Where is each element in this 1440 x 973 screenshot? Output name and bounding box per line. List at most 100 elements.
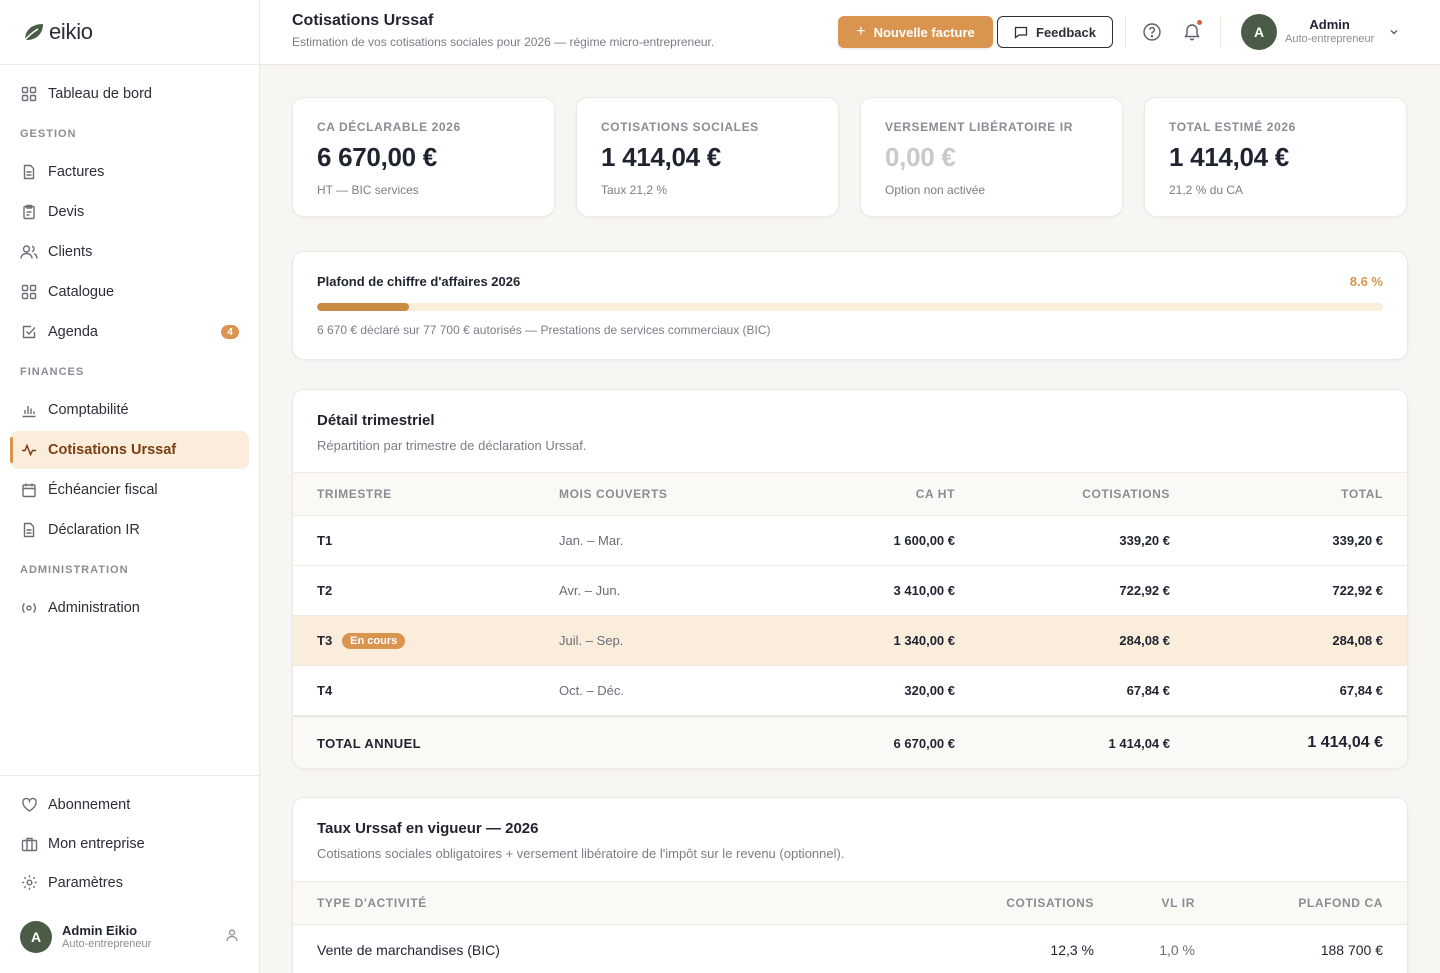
- section-title-administration: ADMINISTRATION: [20, 564, 129, 576]
- brand-name: eikio: [49, 19, 93, 44]
- plafond-title: Plafond de chiffre d'affaires 2026: [317, 274, 521, 289]
- bar-chart-icon: [20, 401, 38, 419]
- cell-total: 284,08 €: [1332, 633, 1383, 648]
- sidebar-item-comptabilite[interactable]: Comptabilité: [10, 391, 249, 429]
- radio-icon: [20, 599, 38, 617]
- user-icon[interactable]: [225, 928, 239, 947]
- table-row[interactable]: T1 Jan. – Mar. 1 600,00 € 339,20 € 339,2…: [293, 516, 1407, 566]
- sidebar-item-label: Comptabilité: [48, 402, 129, 418]
- table-row-current[interactable]: T3 En cours Juil. – Sep. 1 340,00 € 284,0…: [293, 616, 1407, 666]
- sidebar-user-names: Admin Eikio Auto-entrepreneur: [62, 922, 151, 950]
- kpi-sub: Taux 21,2 %: [601, 183, 668, 197]
- sidebar-item-parametres[interactable]: Paramètres: [10, 864, 249, 901]
- cell-ca: 1 600,00 €: [893, 533, 955, 548]
- sidebar-item-catalogue[interactable]: Catalogue: [10, 273, 249, 311]
- page-subtitle: Estimation de vos cotisations sociales p…: [292, 35, 715, 49]
- avatar: A: [1241, 14, 1277, 50]
- notifications-bell-icon[interactable]: [1182, 20, 1202, 42]
- top-header: Cotisations Urssaf Estimation de vos cot…: [260, 0, 1440, 65]
- sidebar-item-abonnement[interactable]: Abonnement: [10, 786, 249, 823]
- kpi-label: COTISATIONS SOCIALES: [601, 120, 759, 134]
- avatar: A: [20, 921, 52, 953]
- kpi-label: CA DÉCLARABLE 2026: [317, 120, 461, 134]
- plafond-progress-fill: [317, 303, 409, 311]
- sidebar-bottom-nav: Abonnement Mon entreprise Paramètres: [0, 775, 259, 903]
- cell-ca: 1 340,00 €: [893, 633, 955, 648]
- briefcase-icon: [20, 835, 38, 853]
- taux-urssaf-card: Taux Urssaf en vigueur — 2026 Cotisation…: [292, 797, 1408, 973]
- heart-icon: [20, 796, 38, 814]
- total-label: TOTAL ANNUEL: [317, 736, 421, 751]
- plafond-percent: 8.6 %: [1349, 274, 1383, 289]
- column-header: TOTAL: [1341, 487, 1383, 501]
- kpi-value: 0,00 €: [885, 142, 956, 172]
- table-row[interactable]: Vente de marchandises (BIC) 12,3 % 1,0 %…: [293, 925, 1407, 973]
- sidebar-item-label: Déclaration IR: [48, 522, 140, 538]
- cell-ca: 320,00 €: [904, 683, 955, 698]
- column-header: CA HT: [915, 487, 955, 501]
- column-header: COTISATIONS: [1006, 896, 1094, 910]
- table-row[interactable]: T2 Avr. – Jun. 3 410,00 € 722,92 € 722,9…: [293, 566, 1407, 616]
- section-subtitle: Cotisations sociales obligatoires + vers…: [317, 846, 845, 861]
- section-title: Taux Urssaf en vigueur — 2026: [317, 820, 539, 837]
- total-amount: 1 414,04 €: [1307, 734, 1383, 751]
- help-icon[interactable]: [1142, 22, 1162, 42]
- user-name: Admin: [1309, 17, 1350, 33]
- gear-icon: [20, 874, 38, 892]
- sidebar-item-declaration-ir[interactable]: Déclaration IR: [10, 511, 249, 549]
- grid-icon: [20, 85, 38, 103]
- sidebar-item-label: Échéancier fiscal: [48, 482, 158, 498]
- logo[interactable]: eikio: [0, 0, 259, 65]
- sidebar-item-clients[interactable]: Clients: [10, 233, 249, 271]
- kpi-card-versement-liberatoire: VERSEMENT LIBÉRATOIRE IR 0,00 € Option n…: [860, 97, 1123, 217]
- section-subtitle: Répartition par trimestre de déclaration…: [317, 438, 587, 453]
- header-divider: [1125, 16, 1126, 48]
- cell-quarter: T3 En cours: [317, 633, 406, 649]
- cell-total: 339,20 €: [1332, 533, 1383, 548]
- sidebar-item-label: Devis: [48, 204, 85, 220]
- plafond-note: 6 670 € déclaré sur 77 700 € autorisés —…: [317, 323, 771, 337]
- section-title-finances: FINANCES: [20, 366, 85, 378]
- table-header: TYPE D'ACTIVITÉ COTISATIONS VL IR PLAFON…: [293, 881, 1407, 925]
- table-row[interactable]: T4 Oct. – Déc. 320,00 € 67,84 € 67,84 €: [293, 666, 1407, 716]
- column-header: TYPE D'ACTIVITÉ: [317, 896, 427, 910]
- cell-months: Oct. – Déc.: [559, 683, 625, 698]
- sidebar-item-agenda[interactable]: Agenda 4: [10, 313, 249, 351]
- sidebar-item-mon-entreprise[interactable]: Mon entreprise: [10, 825, 249, 862]
- sidebar-item-administration[interactable]: Administration: [10, 589, 249, 627]
- new-invoice-label: Nouvelle facture: [873, 24, 975, 40]
- page-title: Cotisations Urssaf: [292, 12, 434, 29]
- kpi-card-cotisations-sociales: COTISATIONS SOCIALES 1 414,04 € Taux 21,…: [576, 97, 839, 217]
- sidebar-item-label: Abonnement: [48, 796, 131, 813]
- sidebar: eikio Tableau de bord GESTION Factures D…: [0, 0, 260, 973]
- sidebar-item-devis[interactable]: Devis: [10, 193, 249, 231]
- feedback-label: Feedback: [1036, 24, 1096, 40]
- kpi-value: 1 414,04 €: [601, 142, 721, 172]
- sidebar-item-echeancier-fiscal[interactable]: Échéancier fiscal: [10, 471, 249, 509]
- feedback-button[interactable]: Feedback: [997, 16, 1113, 48]
- quarter-label: T3: [317, 633, 333, 648]
- main-nav: Tableau de bord GESTION Factures Devis C…: [0, 65, 259, 627]
- cell-months: Jan. – Mar.: [559, 533, 624, 548]
- plafond-progress-bar: [317, 303, 1383, 311]
- total-ca: 6 670,00 €: [893, 736, 955, 751]
- sidebar-item-cotisations-urssaf[interactable]: Cotisations Urssaf: [10, 431, 249, 469]
- column-header: VL IR: [1161, 896, 1195, 910]
- table-total-row: TOTAL ANNUEL 6 670,00 € 1 414,04 € 1 414…: [293, 716, 1407, 768]
- sidebar-user-name: Admin Eikio: [62, 922, 138, 938]
- sidebar-item-tableau-de-bord[interactable]: Tableau de bord: [10, 75, 249, 113]
- leaf-logo-icon: [23, 24, 43, 42]
- column-header: MOIS COUVERTS: [559, 487, 668, 501]
- user-menu[interactable]: A Admin Auto-entrepreneur: [1241, 14, 1400, 50]
- kpi-sub: HT — BIC services: [317, 183, 419, 197]
- sidebar-item-label: Mon entreprise: [48, 835, 145, 852]
- sidebar-item-label: Agenda: [48, 324, 98, 340]
- kpi-value: 1 414,04 €: [1169, 142, 1289, 172]
- kpi-sub: Option non activée: [885, 183, 986, 197]
- kpi-label: TOTAL ESTIMÉ 2026: [1169, 120, 1296, 134]
- new-invoice-button[interactable]: + Nouvelle facture: [838, 16, 993, 48]
- agenda-count-badge: 4: [221, 325, 239, 339]
- total-cotisations: 1 414,04 €: [1108, 736, 1170, 751]
- sidebar-item-factures[interactable]: Factures: [10, 153, 249, 191]
- sidebar-user[interactable]: A Admin Eikio Auto-entrepreneur: [20, 920, 239, 954]
